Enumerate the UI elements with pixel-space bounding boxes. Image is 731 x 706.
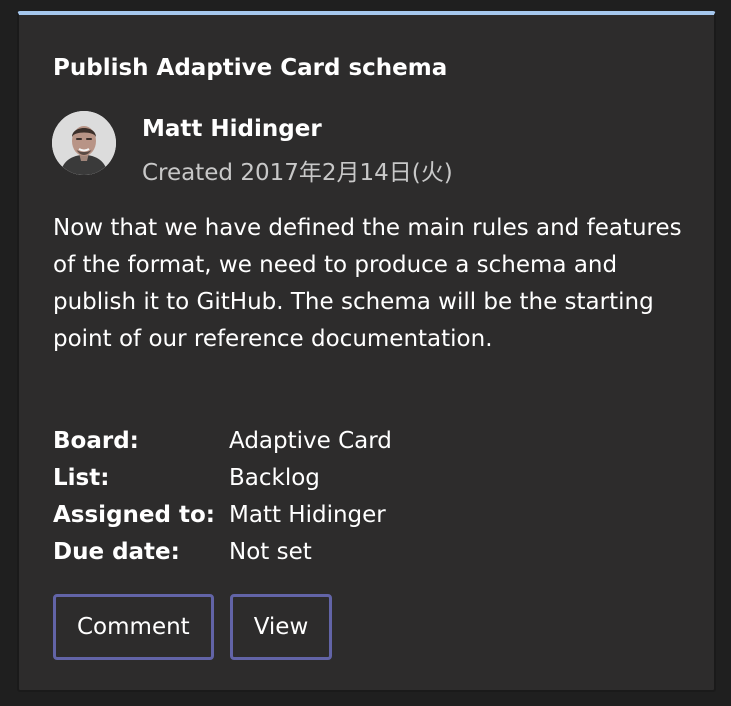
fact-set: Board: Adaptive Card List: Backlog Assig… (53, 422, 392, 570)
card-description: Now that we have defined the main rules … (53, 215, 682, 352)
fact-title: Board: (53, 427, 139, 454)
fact-value: Not set (229, 538, 312, 565)
fact-row-list: List: Backlog (53, 459, 392, 496)
created-date: Created 2017年2月14日(火) (142, 160, 453, 186)
author-avatar (52, 111, 116, 175)
fact-row-assigned-to: Assigned to: Matt Hidinger (53, 496, 392, 533)
fact-title: Due date: (53, 538, 180, 565)
card-title: Publish Adaptive Card schema (53, 55, 448, 81)
fact-value: Matt Hidinger (229, 501, 386, 528)
fact-value: Backlog (229, 464, 320, 491)
fact-row-board: Board: Adaptive Card (53, 422, 392, 459)
fact-row-due-date: Due date: Not set (53, 533, 392, 570)
fact-title: List: (53, 464, 110, 491)
adaptive-card: Publish Adaptive Card schema Matt Hiding… (17, 11, 716, 692)
fact-value: Adaptive Card (229, 427, 392, 454)
person-avatar-icon (52, 111, 116, 175)
fact-title: Assigned to: (53, 501, 215, 528)
comment-button[interactable]: Comment (53, 594, 214, 660)
author-name: Matt Hidinger (142, 116, 322, 142)
action-set: Comment View (53, 594, 333, 660)
view-button[interactable]: View (229, 594, 333, 660)
